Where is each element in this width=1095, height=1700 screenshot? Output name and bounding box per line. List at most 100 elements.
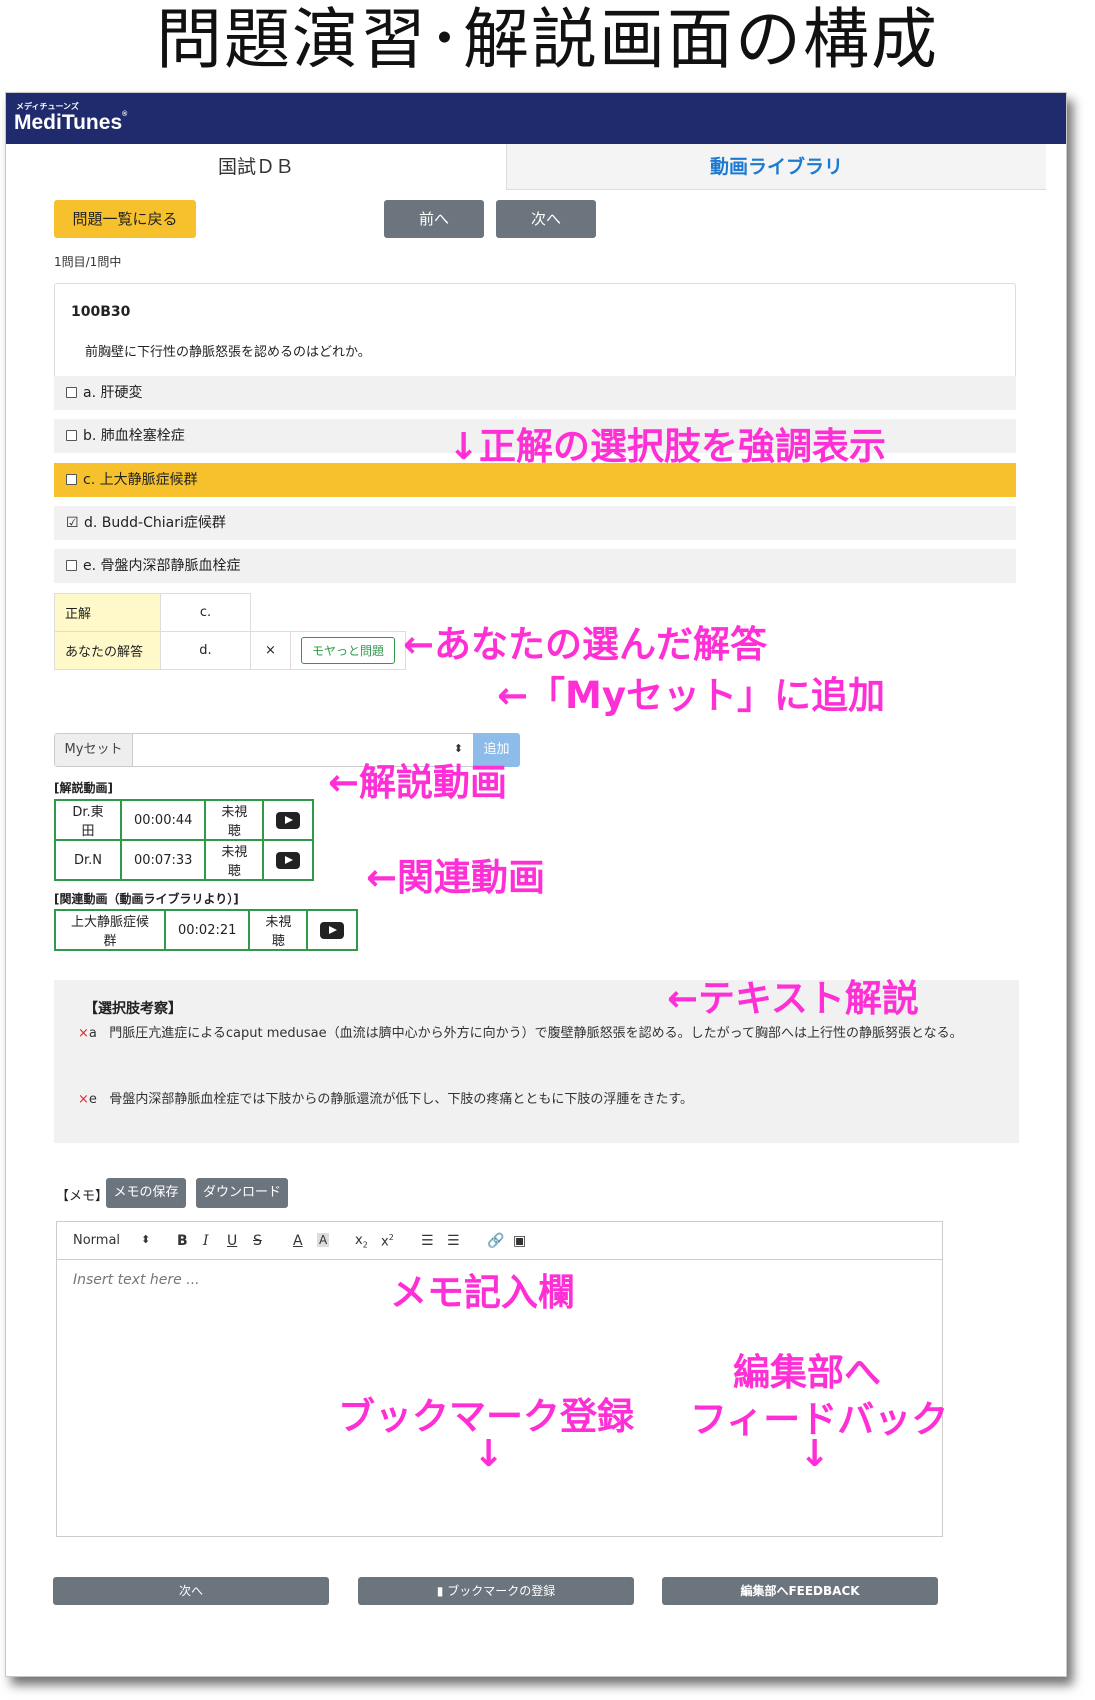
ordered-list-icon[interactable]: ☰: [421, 1233, 434, 1249]
memo-save-button[interactable]: メモの保存: [106, 1178, 186, 1208]
video-status: 未視聴: [204, 799, 265, 841]
superscript-icon[interactable]: x2: [381, 1233, 394, 1249]
memo-label: 【メモ】: [56, 1189, 109, 1204]
image-icon[interactable]: ▣: [513, 1233, 526, 1249]
back-to-list-button[interactable]: 問題一覧に戻る: [54, 200, 196, 238]
checked-checkbox-icon[interactable]: ☑: [66, 506, 80, 540]
annotation-related-video: ←関連動画: [366, 856, 546, 899]
tab-bar: 国試ＤＢ 動画ライブラリ: [6, 144, 1066, 190]
question-id: 100B30: [71, 304, 131, 320]
related-videos-table: 上大静脈症候群 00:02:21 未視聴: [54, 909, 359, 951]
explanation-text: 門脈圧亢進症によるcaput medusae（血流は臍中心から外方に向かう）で腹…: [109, 1026, 963, 1041]
answer-table: 正解 c. あなたの解答 d. × モヤっと問題: [54, 593, 407, 670]
feedback-button[interactable]: 編集部へFEEDBACK: [662, 1577, 938, 1605]
annotation-explain-video: ←解説動画: [328, 761, 508, 804]
wrong-mark: ×: [78, 1026, 89, 1041]
font-color-icon[interactable]: A: [293, 1233, 303, 1249]
video-duration: 00:02:21: [163, 909, 251, 951]
video-duration: 00:00:44: [119, 799, 207, 841]
wrong-mark: ×: [78, 1092, 89, 1107]
next-button[interactable]: 次へ: [496, 200, 596, 238]
annotation-text-explanation: ←テキスト解説: [667, 977, 919, 1020]
question-text: 前胸壁に下行性の静脈怒張を認めるのはどれか。: [85, 345, 371, 360]
explain-videos-heading: [解説動画]: [54, 781, 113, 795]
page-title: 問題演習･解説画面の構成: [156, 1, 939, 78]
choice-letter: e: [88, 1092, 97, 1107]
explanation-item: ×a 門脈圧亢進症によるcaput medusae（血流は臍中心から外方に向かう…: [78, 1022, 998, 1046]
play-cell: [262, 839, 315, 881]
format-select-arrow-icon[interactable]: ⬍: [141, 1233, 150, 1246]
checkbox-icon[interactable]: [66, 560, 77, 571]
link-icon[interactable]: 🔗: [487, 1233, 504, 1249]
underline-icon[interactable]: U: [227, 1233, 237, 1249]
background-color-icon[interactable]: A: [317, 1233, 330, 1247]
italic-icon[interactable]: I: [203, 1233, 209, 1249]
incorrect-mark: ×: [250, 631, 291, 670]
choice-d[interactable]: ☑ d. Budd-Chiari症候群: [54, 506, 1016, 540]
choice-letter: a: [88, 1026, 97, 1041]
video-doctor: Dr.N: [54, 839, 122, 881]
your-answer-value: d.: [160, 631, 251, 670]
bookmark-button[interactable]: ▮ ブックマークの登録: [358, 1577, 634, 1605]
annotation-memo-area: メモ記入欄: [390, 1271, 575, 1314]
explanation-item: ×e 骨盤内深部静脈血栓症では下肢からの静脈還流が低下し、下肢の疼痛とともに下肢…: [78, 1088, 998, 1112]
related-videos-heading: [関連動画（動画ライブラリより）]: [54, 892, 239, 906]
checkbox-icon[interactable]: [66, 430, 77, 441]
play-video-icon[interactable]: [276, 851, 301, 869]
annotation-feedback-arrow: ↓: [799, 1432, 831, 1475]
video-duration: 00:07:33: [119, 839, 207, 881]
registered-mark: ®: [122, 111, 128, 118]
explain-videos-table: Dr.東田 00:00:44 未視聴 Dr.N 00:07:33 未視聴: [54, 799, 315, 881]
tab-video-library[interactable]: 動画ライブラリ: [506, 144, 1046, 190]
choice-a[interactable]: a. 肝硬変: [54, 376, 1016, 410]
checkbox-icon[interactable]: [66, 387, 77, 398]
table-row: 上大静脈症候群 00:02:21 未視聴: [54, 909, 359, 951]
bookmark-label: ブックマークの登録: [447, 1584, 556, 1598]
checkbox-icon[interactable]: [66, 474, 77, 485]
table-row: Dr.東田 00:00:44 未視聴: [54, 799, 315, 841]
choice-e[interactable]: e. 骨盤内深部静脈血栓症: [54, 549, 1016, 583]
strikethrough-icon[interactable]: S: [253, 1233, 262, 1249]
annotation-your-answer: ←あなたの選んだ解答: [403, 623, 768, 666]
brand-bar: メディチューンズ MediTunes®: [6, 93, 1066, 144]
moya-button[interactable]: モヤっと問題: [301, 637, 396, 664]
annotation-feedback-line1: 編集部へ: [733, 1351, 881, 1394]
myset-label: Myセット: [55, 734, 133, 766]
related-video-title: 上大静脈症候群: [54, 909, 166, 951]
video-status: 未視聴: [248, 909, 309, 951]
annotation-correct-highlight: ↓正解の選択肢を強調表示: [448, 425, 887, 468]
explanation-text: 骨盤内深部静脈血栓症では下肢からの静脈還流が低下し、下肢の疼痛とともに下肢の浮腫…: [109, 1092, 694, 1107]
annotation-bookmark-arrow: ↓: [473, 1432, 505, 1475]
subscript-icon[interactable]: x2: [355, 1233, 368, 1250]
memo-text-area[interactable]: Insert text here ...: [73, 1272, 200, 1288]
next-bottom-button[interactable]: 次へ: [53, 1577, 329, 1605]
play-video-icon[interactable]: [320, 921, 345, 939]
annotation-myset-add: ←「Myセット」に追加: [497, 674, 885, 717]
play-cell: [262, 799, 315, 841]
your-answer-label: あなたの解答: [54, 631, 161, 670]
video-doctor: Dr.東田: [54, 799, 122, 841]
brand-logo[interactable]: MediTunes®: [14, 111, 127, 135]
video-status: 未視聴: [204, 839, 265, 881]
question-counter: 1問目/1問中: [54, 255, 122, 269]
choice-label: d. Budd-Chiari症候群: [84, 515, 226, 531]
play-cell: [306, 909, 359, 951]
choice-label: c. 上大静脈症候群: [83, 472, 198, 488]
moya-cell: モヤっと問題: [289, 631, 407, 670]
choice-label: b. 肺血栓塞栓症: [83, 428, 185, 444]
format-select[interactable]: Normal: [73, 1233, 120, 1248]
tab-kokushi-db[interactable]: 国試ＤＢ: [6, 144, 506, 190]
bold-icon[interactable]: B: [177, 1233, 188, 1249]
correct-answer-value: c.: [160, 593, 251, 632]
correct-answer-label: 正解: [54, 593, 161, 632]
bookmark-icon: ▮: [436, 1584, 448, 1598]
prev-button[interactable]: 前へ: [384, 200, 484, 238]
editor-toolbar: Normal ⬍ B I U S A A x2 x2 ☰ ☰ 🔗 ▣: [57, 1222, 942, 1260]
choice-label: e. 骨盤内深部静脈血栓症: [83, 558, 241, 574]
memo-download-button[interactable]: ダウンロード: [196, 1178, 288, 1208]
table-row: Dr.N 00:07:33 未視聴: [54, 839, 315, 881]
bullet-list-icon[interactable]: ☰: [447, 1233, 460, 1249]
choice-label: a. 肝硬変: [83, 385, 143, 401]
play-video-icon[interactable]: [276, 811, 301, 829]
brand-name: MediTunes: [14, 111, 123, 134]
